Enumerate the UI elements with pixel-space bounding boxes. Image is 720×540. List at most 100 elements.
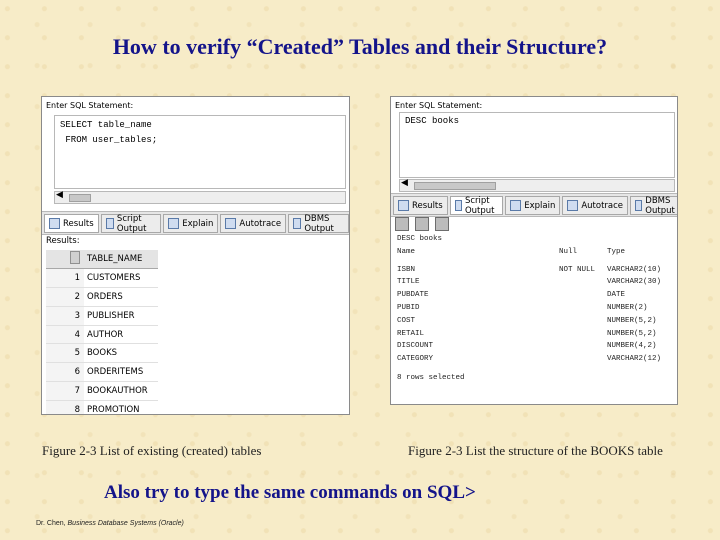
- enter-sql-label: Enter SQL Statement:: [395, 101, 483, 110]
- tab-label: Results: [63, 218, 94, 229]
- autotrace-icon: [225, 218, 237, 229]
- grid-header-row: TABLE_NAME: [46, 250, 158, 269]
- column-name: DISCOUNT: [397, 342, 434, 351]
- table-row[interactable]: 5 BOOKS: [46, 343, 158, 364]
- left-caption: Figure 2-3 List of existing (created) ta…: [42, 443, 262, 458]
- row-number: 6: [46, 362, 84, 383]
- row-number: 5: [46, 343, 84, 364]
- column-type: VARCHAR2(12): [607, 355, 662, 364]
- col-header-name: Name: [397, 247, 416, 256]
- row-number: 3: [46, 306, 84, 326]
- scroll-left-icon[interactable]: ◀: [401, 178, 408, 188]
- tab-label: Script Output: [464, 195, 495, 216]
- column-null: [559, 278, 607, 291]
- right-screenshot: Enter SQL Statement: DESC books ◀ Result…: [390, 96, 678, 405]
- column-null: [559, 291, 607, 304]
- tab-label: Explain: [182, 218, 214, 229]
- explain-icon: [168, 218, 180, 229]
- script-icon: [454, 200, 462, 211]
- row-number: 7: [46, 381, 84, 402]
- tab-autotrace[interactable]: Autotrace: [562, 196, 629, 215]
- scroll-thumb[interactable]: [69, 194, 91, 202]
- editor-scrollbar[interactable]: ◀: [399, 178, 675, 192]
- sql-editor[interactable]: SELECT table_name FROM user_tables;: [54, 115, 346, 189]
- sql-line: SELECT table_name: [60, 120, 152, 130]
- table-row[interactable]: 8 PROMOTION: [46, 400, 158, 414]
- sql-line: DESC books: [405, 116, 460, 126]
- table-name-cell: BOOKAUTHOR: [84, 381, 158, 402]
- column-name: COST: [397, 316, 416, 325]
- tab-results[interactable]: Results: [44, 214, 99, 233]
- autotrace-icon: [567, 200, 579, 211]
- tab-label: DBMS Output: [304, 213, 334, 234]
- tab-dbms-output[interactable]: DBMS Output: [288, 213, 349, 234]
- footer-author: Dr. Chen,: [36, 520, 68, 527]
- table-name-cell: ORDERITEMS: [84, 362, 158, 383]
- results-grid-icon: [398, 200, 409, 211]
- table-row[interactable]: 7 BOOKAUTHOR: [46, 381, 158, 402]
- column-name: RETAIL: [397, 329, 425, 338]
- tab-results[interactable]: Results: [393, 196, 448, 215]
- table-row[interactable]: 6 ORDERITEMS: [46, 362, 158, 383]
- column-name: PUBID: [397, 303, 420, 312]
- tab-script-output[interactable]: Script Output: [100, 213, 162, 234]
- column-null: NOT NULL: [559, 265, 596, 274]
- col-header-type: Type: [607, 247, 626, 256]
- column-type: NUMBER(5,2): [607, 329, 657, 338]
- output-header: DESC books: [397, 235, 443, 243]
- save-icon[interactable]: [415, 217, 429, 231]
- tab-explain[interactable]: Explain: [163, 214, 219, 233]
- table-name-cell: AUTHOR: [84, 325, 158, 345]
- tab-script-output[interactable]: Script Output: [449, 195, 504, 216]
- table-row[interactable]: 2 ORDERS: [46, 287, 158, 307]
- row-number: 4: [46, 325, 84, 345]
- table-row[interactable]: 1 CUSTOMERS: [46, 268, 158, 288]
- output-toolbar: [395, 217, 449, 231]
- tab-label: Autotrace: [239, 218, 282, 229]
- row-number: 8: [46, 400, 84, 414]
- tab-label: Script Output: [116, 213, 147, 234]
- pencil-icon[interactable]: [395, 217, 409, 231]
- tab-autotrace[interactable]: Autotrace: [220, 214, 287, 233]
- row-number: 1: [46, 268, 84, 288]
- tab-explain[interactable]: Explain: [505, 196, 561, 215]
- column-null: [559, 342, 607, 355]
- print-icon[interactable]: [435, 217, 449, 231]
- dbms-icon: [635, 200, 643, 211]
- column-name: CATEGORY: [397, 355, 434, 364]
- column-type: VARCHAR2(30): [607, 278, 662, 287]
- editor-scrollbar[interactable]: ◀: [54, 190, 346, 204]
- column-null: [559, 317, 607, 330]
- sql-editor[interactable]: DESC books: [399, 112, 675, 178]
- explain-icon: [510, 200, 522, 211]
- col-header-null: Null: [559, 247, 578, 256]
- column-header[interactable]: TABLE_NAME: [84, 250, 158, 269]
- instruction-line: Also try to type the same commands on SQ…: [104, 482, 476, 503]
- column-null: [559, 304, 607, 317]
- table-name-cell: CUSTOMERS: [84, 268, 158, 288]
- row-selector-icon[interactable]: [46, 250, 84, 269]
- tab-label: Autotrace: [581, 200, 624, 211]
- column-type: NUMBER(2): [607, 303, 648, 312]
- table-name-cell: BOOKS: [84, 343, 158, 364]
- scroll-thumb[interactable]: [414, 182, 496, 190]
- footer-course: Business Database Systems (Oracle): [67, 520, 184, 527]
- script-output: DESC books Name Null Type ISBN NOT NULL …: [397, 235, 661, 387]
- left-screenshot: Enter SQL Statement: SELECT table_name F…: [41, 96, 350, 415]
- row-number: 2: [46, 287, 84, 307]
- column-row: DISCOUNT NUMBER(4,2): [397, 342, 661, 355]
- result-tabs: Results Script Output Explain Autotrace …: [391, 193, 677, 217]
- tab-label: Results: [412, 200, 443, 211]
- table-row[interactable]: 3 PUBLISHER: [46, 306, 158, 326]
- tab-dbms-output[interactable]: DBMS Output: [630, 196, 677, 216]
- scroll-left-icon[interactable]: ◀: [56, 190, 63, 200]
- column-type: NUMBER(4,2): [607, 342, 657, 351]
- table-row[interactable]: 4 AUTHOR: [46, 325, 158, 345]
- column-type: VARCHAR2(10): [607, 265, 662, 274]
- column-row: TITLE VARCHAR2(30): [397, 278, 661, 291]
- results-label: Results:: [46, 236, 80, 246]
- right-caption: Figure 2-3 List the structure of the BOO…: [408, 443, 663, 458]
- column-name: ISBN: [397, 265, 416, 274]
- script-icon: [105, 218, 114, 229]
- column-row: PUBDATE DATE: [397, 291, 661, 304]
